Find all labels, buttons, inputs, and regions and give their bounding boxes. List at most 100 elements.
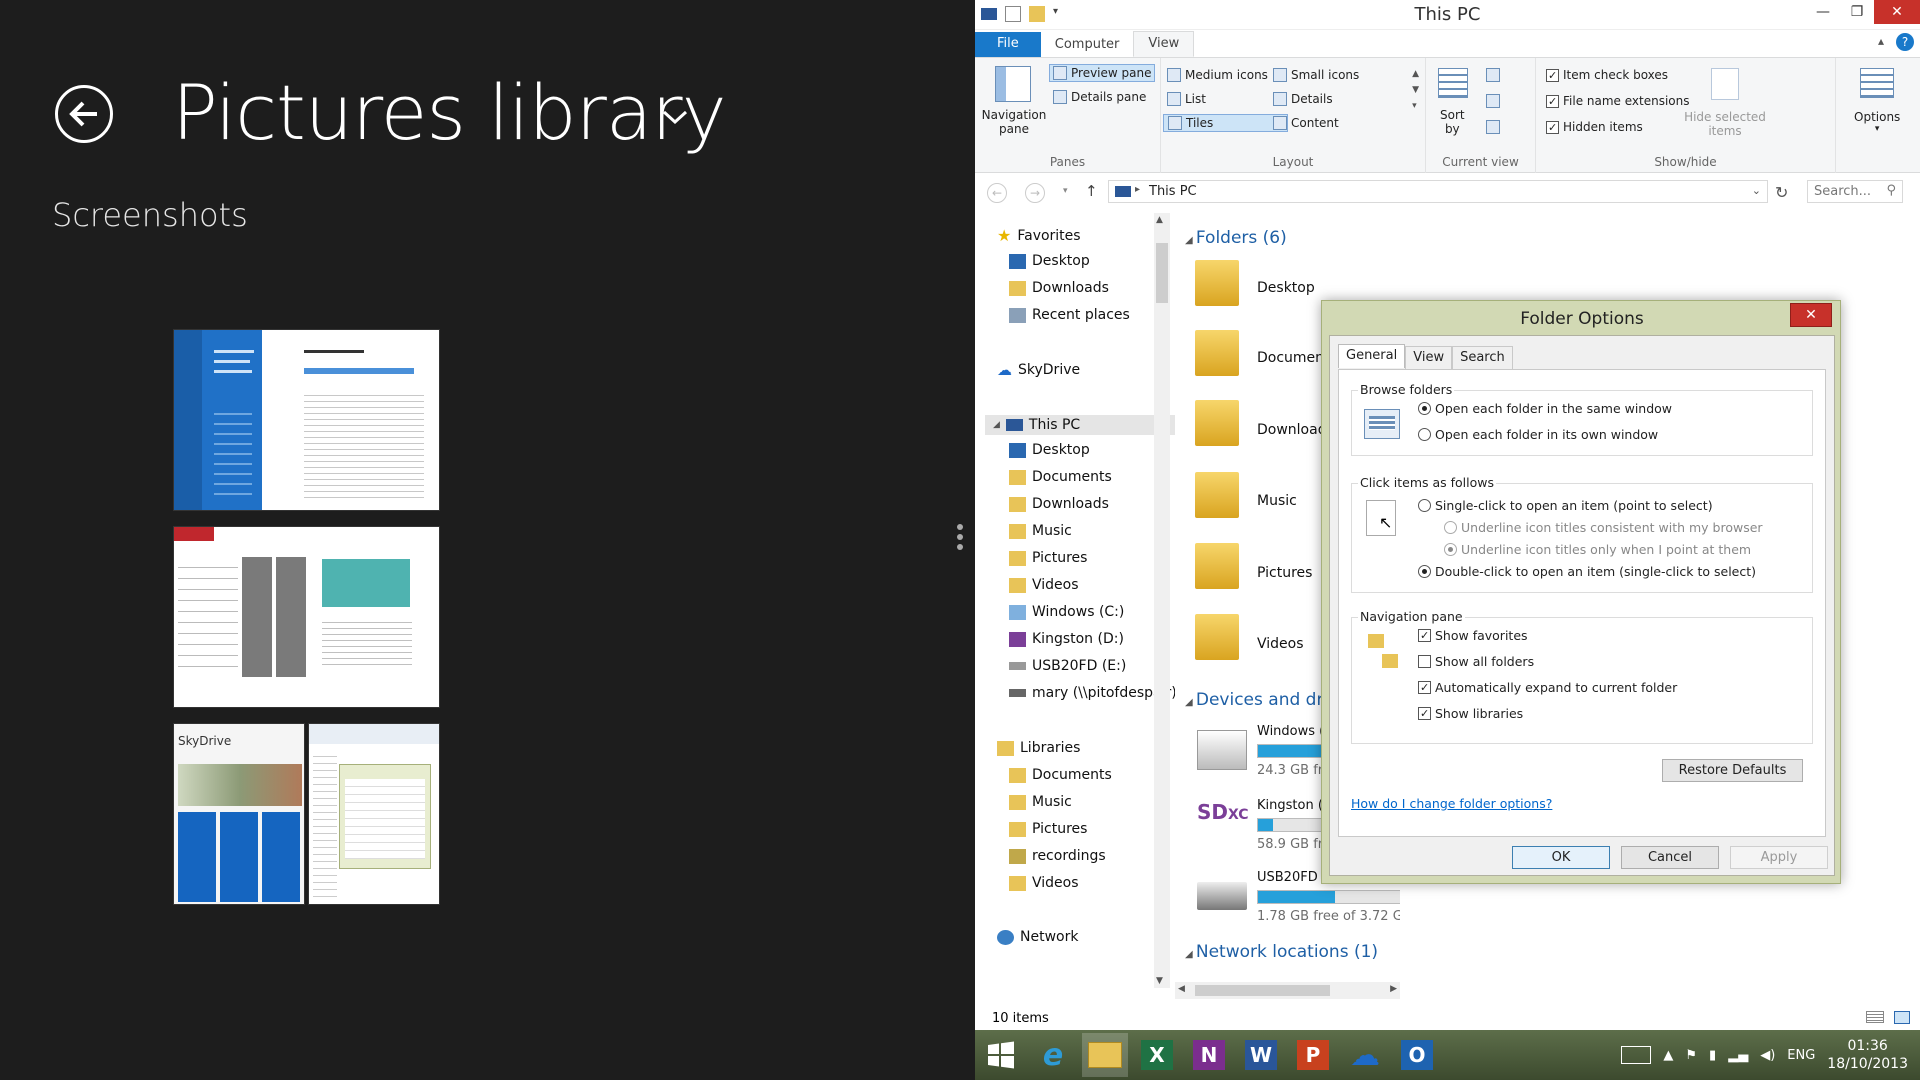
sort-by-button[interactable]: Sort by: [1440, 108, 1465, 136]
nav-lib-item[interactable]: Documents: [1009, 767, 1112, 783]
folders-section-header[interactable]: ◢ Folders (6): [1185, 228, 1287, 248]
double-click-option[interactable]: Double-click to open an item (single-cli…: [1418, 564, 1756, 579]
large-icons-view-icon[interactable]: [1894, 1011, 1910, 1024]
layout-scroll-icon[interactable]: ▲ ▼ ▾: [1412, 66, 1419, 114]
title-bar[interactable]: ▾ This PC — ❐ ✕: [975, 0, 1920, 30]
tab-view[interactable]: View: [1133, 31, 1195, 57]
file-explorer-icon[interactable]: [1082, 1033, 1128, 1077]
layout-tiles[interactable]: Tiles: [1163, 114, 1288, 132]
auto-expand-option[interactable]: Automatically expand to current folder: [1418, 680, 1677, 695]
browse-own-window-option[interactable]: Open each folder in its own window: [1418, 427, 1658, 442]
language-indicator[interactable]: ENG: [1787, 1048, 1815, 1063]
dialog-close-button[interactable]: ✕: [1790, 303, 1832, 327]
internet-explorer-icon[interactable]: e: [1030, 1033, 1076, 1077]
folder-item[interactable]: Music: [1257, 493, 1297, 509]
tab-general[interactable]: General: [1338, 344, 1406, 368]
nav-pc-item[interactable]: Music: [1009, 523, 1072, 539]
nav-pc-item[interactable]: Pictures: [1009, 550, 1087, 566]
nav-pc-item[interactable]: mary (\\pitofdespair): [1009, 685, 1175, 701]
underline-point-option[interactable]: Underline icon titles only when I point …: [1444, 542, 1751, 557]
clock[interactable]: 01:36 18/10/2013: [1827, 1037, 1908, 1073]
nav-lib-item[interactable]: Music: [1009, 794, 1072, 810]
tab-file[interactable]: File: [975, 32, 1041, 57]
powerpoint-icon[interactable]: P: [1290, 1033, 1336, 1077]
nav-lib-item[interactable]: recordings: [1009, 848, 1106, 864]
nav-lib-item[interactable]: Pictures: [1009, 821, 1087, 837]
show-favorites-option[interactable]: Show favorites: [1418, 628, 1528, 643]
nav-pc-item[interactable]: Downloads: [1009, 496, 1109, 512]
options-icon[interactable]: [1860, 68, 1894, 98]
nav-fav-desktop[interactable]: Desktop: [1009, 253, 1090, 269]
screenshot-thumb-2[interactable]: [173, 526, 440, 708]
nav-fav-downloads[interactable]: Downloads: [1009, 280, 1109, 296]
hide-selected-button[interactable]: Hide selected items: [1682, 110, 1768, 138]
show-all-folders-option[interactable]: Show all folders: [1418, 654, 1534, 669]
network-signal-icon[interactable]: ▂▄: [1728, 1048, 1748, 1063]
word-icon[interactable]: W: [1238, 1033, 1284, 1077]
minimize-button[interactable]: —: [1806, 0, 1840, 24]
chevron-down-icon[interactable]: [662, 110, 688, 124]
scroll-thumb[interactable]: [1195, 985, 1330, 996]
scroll-right-icon[interactable]: ▶: [1390, 984, 1397, 994]
item-check-boxes-toggle[interactable]: Item check boxes: [1546, 68, 1668, 82]
skydrive-icon[interactable]: ☁: [1342, 1033, 1388, 1077]
up-arrow-icon[interactable]: ↑: [1085, 182, 1098, 200]
show-hidden-icons-icon[interactable]: ▲: [1663, 1048, 1673, 1063]
recent-locations-icon[interactable]: ▾: [1063, 186, 1068, 196]
address-input[interactable]: ▸ This PC ⌄: [1108, 180, 1768, 203]
help-icon[interactable]: ?: [1896, 33, 1914, 51]
tab-view[interactable]: View: [1405, 346, 1453, 370]
forward-nav-icon[interactable]: →: [1025, 183, 1045, 203]
nav-pc-item[interactable]: Videos: [1009, 577, 1079, 593]
screenshot-thumb-3[interactable]: SkyDrive: [173, 723, 305, 905]
excel-icon[interactable]: X: [1134, 1033, 1180, 1077]
page-title[interactable]: Pictures library: [172, 68, 727, 157]
refresh-icon[interactable]: ↻: [1775, 183, 1788, 202]
hidden-items-toggle[interactable]: Hidden items: [1546, 120, 1643, 134]
vertical-scrollbar[interactable]: ▲ ▼: [1154, 213, 1170, 988]
scroll-left-icon[interactable]: ◀: [1178, 984, 1185, 994]
file-name-extensions-toggle[interactable]: File name extensions: [1546, 94, 1690, 108]
restore-defaults-button[interactable]: Restore Defaults: [1662, 759, 1803, 782]
browse-same-window-option[interactable]: Open each folder in the same window: [1418, 401, 1672, 416]
nav-pc-item[interactable]: Kingston (D:): [1009, 631, 1124, 647]
nav-skydrive[interactable]: ☁ SkyDrive: [997, 361, 1080, 379]
sort-by-icon[interactable]: [1438, 68, 1468, 98]
scroll-down-icon[interactable]: ▼: [1156, 976, 1163, 986]
preview-pane-button[interactable]: Preview pane: [1049, 64, 1156, 82]
folder-item[interactable]: Pictures: [1257, 565, 1312, 581]
start-button[interactable]: [978, 1033, 1024, 1077]
apply-button[interactable]: Apply: [1730, 846, 1828, 869]
layout-details[interactable]: Details: [1273, 92, 1333, 106]
layout-content[interactable]: Content: [1273, 116, 1339, 130]
tab-computer[interactable]: Computer: [1041, 33, 1134, 57]
scroll-thumb[interactable]: [1156, 243, 1168, 303]
onenote-icon[interactable]: N: [1186, 1033, 1232, 1077]
back-button[interactable]: [55, 85, 113, 143]
underline-browser-option[interactable]: Underline icon titles consistent with my…: [1444, 520, 1763, 535]
back-nav-icon[interactable]: ←: [987, 183, 1007, 203]
screenshot-thumb-1[interactable]: [173, 329, 440, 511]
close-button[interactable]: ✕: [1874, 0, 1920, 24]
ok-button[interactable]: OK: [1512, 846, 1610, 869]
layout-small-icons[interactable]: Small icons: [1273, 68, 1359, 82]
single-click-option[interactable]: Single-click to open an item (point to s…: [1418, 498, 1713, 513]
nav-favorites[interactable]: ★ Favorites: [997, 226, 1081, 245]
navigation-pane-icon[interactable]: [995, 66, 1031, 102]
nav-lib-item[interactable]: Videos: [1009, 875, 1079, 891]
touch-keyboard-icon[interactable]: [1621, 1046, 1652, 1064]
network-section-header[interactable]: ◢ Network locations (1): [1185, 942, 1378, 962]
screenshot-thumb-4[interactable]: [308, 723, 440, 905]
navigation-pane-button[interactable]: Navigation pane: [982, 108, 1047, 136]
horizontal-scrollbar[interactable]: ◀ ▶: [1175, 982, 1400, 999]
nav-fav-recent[interactable]: Recent places: [1009, 307, 1130, 323]
add-columns-icon[interactable]: [1486, 94, 1500, 108]
nav-pc-item[interactable]: Documents: [1009, 469, 1112, 485]
snap-splitter-handle[interactable]: [957, 520, 965, 560]
group-by-icon[interactable]: [1486, 68, 1500, 82]
maximize-button[interactable]: ❐: [1840, 0, 1874, 24]
show-libraries-option[interactable]: Show libraries: [1418, 706, 1523, 721]
details-view-icon[interactable]: [1866, 1011, 1884, 1023]
nav-libraries[interactable]: Libraries: [997, 740, 1080, 756]
nav-pc-item[interactable]: Windows (C:): [1009, 604, 1124, 620]
